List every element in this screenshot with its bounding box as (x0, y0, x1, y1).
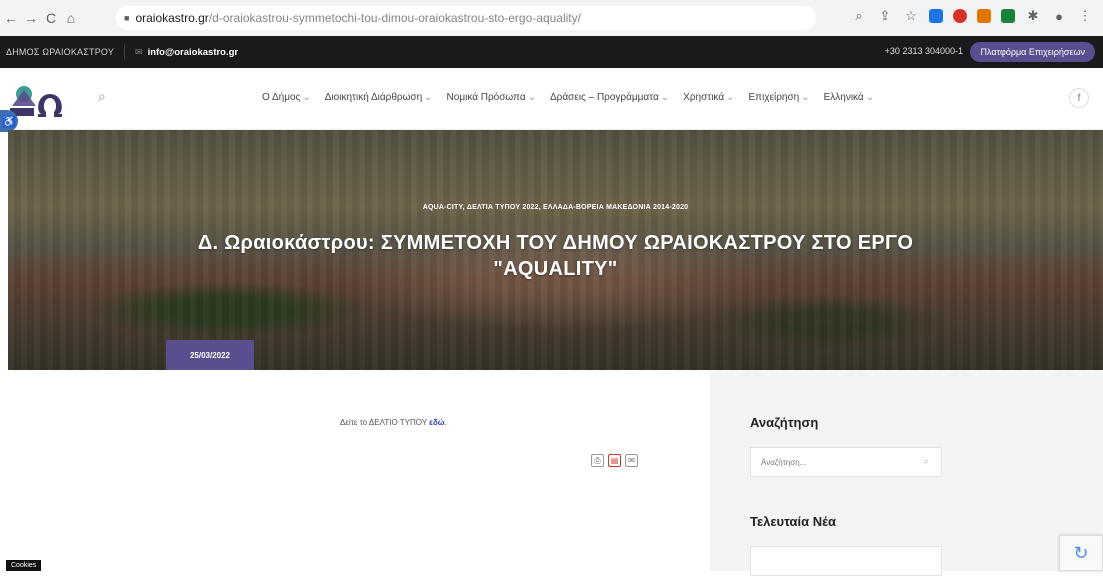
email-icon[interactable]: ✉ (625, 454, 638, 467)
title-line: "AQUALITY" (493, 258, 618, 280)
search-icon[interactable]: ⌕ (923, 456, 929, 467)
press-release-link[interactable]: εδώ (429, 418, 444, 427)
share-tools: ⎙ ▤ ✉ (591, 454, 638, 467)
puzzle-icon[interactable]: ✱ (1025, 8, 1041, 24)
extension-icon[interactable] (977, 9, 991, 23)
search-input[interactable]: Αναζήτηση... ⌕ (750, 447, 942, 477)
language-selector[interactable]: Ελληνικά ⌄ (824, 92, 875, 103)
post-categories[interactable]: AQUA-CITY, ΔΕΛΤΙΑ ΤΥΠΟΥ 2022, ΕΛΛΑΔΑ-ΒΟΡ… (8, 204, 1103, 211)
email-link[interactable]: info@oraiokastro.gr (148, 47, 239, 58)
zoom-icon[interactable]: ⌕ (851, 8, 867, 24)
nav-item-draseis-programmata[interactable]: Δράσεις – Προγράμματα ⌄ (550, 92, 669, 103)
cookies-button[interactable]: Cookies (6, 560, 42, 571)
recaptcha-icon[interactable]: ↻ (1059, 535, 1103, 571)
site-logo[interactable] (6, 80, 76, 120)
profile-icon[interactable]: ● (1051, 8, 1067, 24)
municipality-name: ΔΗΜΟΣ ΩΡΑΙΟΚΑΣΤΡΟΥ (6, 47, 115, 57)
back-button[interactable]: ← (2, 9, 20, 27)
latest-news-list (750, 546, 942, 576)
browser-toolbar: ← → C ⌂ ■ oraiokastro.gr /d-oraiokastrou… (0, 0, 1103, 36)
pdf-icon[interactable]: ▤ (608, 454, 621, 467)
nav-item-o-dimos[interactable]: Ο Δήμος ⌄ (262, 92, 311, 103)
press-release-text: Δείτε το ΔΕΛΤΙΟ ΤΥΠΟΥ εδώ. (340, 418, 447, 427)
extension-icon[interactable] (953, 9, 967, 23)
sidebar: Αναζήτηση Αναζήτηση... ⌕ Τελευταία Νέα (710, 370, 1103, 576)
latest-news-title: Τελευταία Νέα (750, 514, 837, 529)
toolbar-icons: ⌕ ⇪ ☆ ✱ ● ⋮ (851, 8, 1093, 24)
url-host: oraiokastro.gr (135, 11, 209, 25)
site-header: ⌕ Ο Δήμος ⌄ Διοικητική Διάρθρωση ⌄ Νομικά … (0, 68, 1103, 130)
title-line: Δ. Ωραιοκάστρου: ΣΥΜΜΕΤΟΧΗ ΤΟΥ ΔΗΜΟΥ ΩΡΑ… (197, 232, 914, 254)
search-icon[interactable]: ⌕ (98, 88, 106, 105)
divider (124, 45, 126, 59)
search-widget-title: Αναζήτηση (750, 415, 819, 430)
share-icon[interactable]: ⇪ (877, 8, 893, 24)
extension-icon[interactable] (1001, 9, 1015, 23)
hero-banner: AQUA-CITY, ΔΕΛΤΙΑ ΤΥΠΟΥ 2022, ΕΛΛΑΔΑ-ΒΟΡ… (8, 130, 1103, 370)
menu-icon[interactable]: ⋮ (1077, 8, 1093, 24)
forward-button[interactable]: → (22, 9, 40, 27)
address-bar[interactable]: ■ oraiokastro.gr /d-oraiokastrou-symmeto… (116, 6, 816, 30)
mail-icon: ✉ (135, 46, 143, 57)
reload-button[interactable]: C (42, 9, 60, 27)
main-navigation: Ο Δήμος ⌄ Διοικητική Διάρθρωση ⌄ Νομικά Πρ… (262, 92, 874, 103)
url-path: /d-oraiokastrou-symmetochi-tou-dimou-ora… (208, 11, 581, 25)
lock-icon: ■ (124, 13, 130, 23)
print-icon[interactable]: ⎙ (591, 454, 604, 467)
business-portal-button[interactable]: Πλατφόρμα Επιχειρήσεων (970, 42, 1095, 62)
top-info-bar: ΔΗΜΟΣ ΩΡΑΙΟΚΑΣΤΡΟΥ ✉ info@oraiokastro.gr… (0, 36, 1103, 68)
bookmark-star-icon[interactable]: ☆ (903, 8, 919, 24)
facebook-icon[interactable]: f (1069, 88, 1089, 108)
home-button[interactable]: ⌂ (62, 9, 80, 27)
nav-item-xristika[interactable]: Χρηστικά ⌄ (683, 92, 734, 103)
nav-item-dioikitiki-diarthrosi[interactable]: Διοικητική Διάρθρωση ⌄ (325, 92, 433, 103)
nav-item-nomika-prosopa[interactable]: Νομικά Πρόσωπα ⌄ (447, 92, 536, 103)
page-title: Δ. Ωραιοκάστρου: ΣΥΜΜΕΤΟΧΗ ΤΟΥ ΔΗΜΟΥ ΩΡΑ… (8, 230, 1103, 282)
post-date-badge: 25/03/2022 (166, 340, 254, 370)
extension-icon[interactable] (929, 9, 943, 23)
nav-item-epixeirisi[interactable]: Επιχείρηση ⌄ (749, 92, 810, 103)
phone-number[interactable]: +30 2313 304000-1 (885, 46, 963, 56)
